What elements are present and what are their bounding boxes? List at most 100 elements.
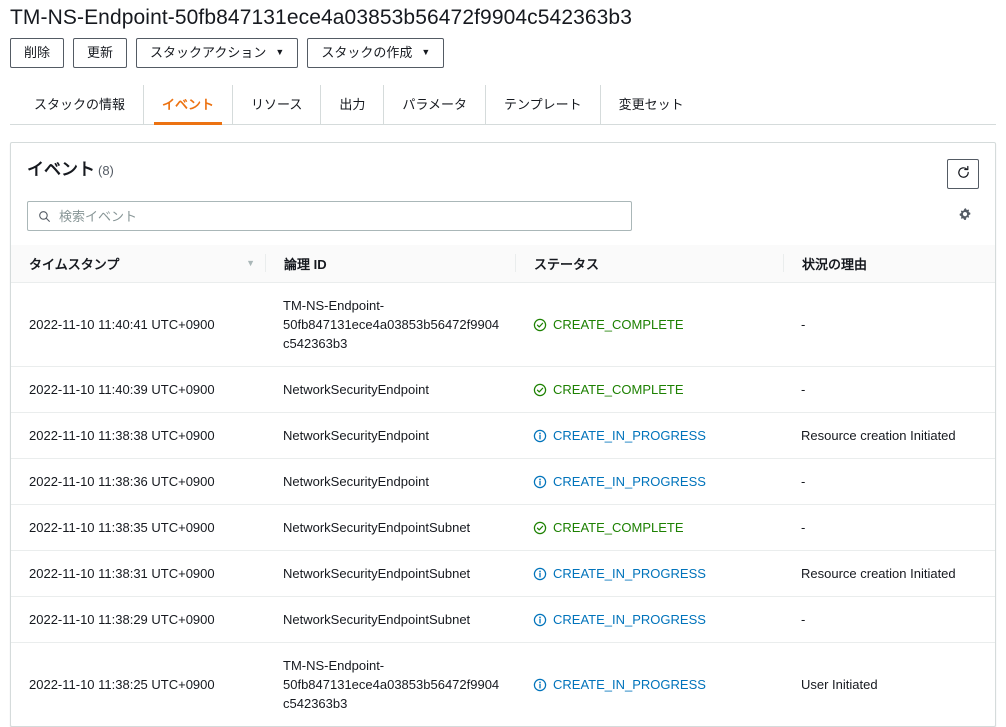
tab-label: イベント [162, 97, 214, 112]
cell-timestamp: 2022-11-10 11:38:38 UTC+0900 [11, 413, 265, 459]
sort-descending-icon[interactable]: ▼ [246, 259, 255, 268]
status-label: CREATE_COMPLETE [553, 315, 684, 334]
status-info-icon [533, 567, 547, 581]
tab-1[interactable]: イベント [143, 85, 232, 124]
cell-status-reason: Resource creation Initiated [783, 413, 995, 459]
cell-timestamp: 2022-11-10 11:38:31 UTC+0900 [11, 551, 265, 597]
table-row[interactable]: 2022-11-10 11:38:36 UTC+0900NetworkSecur… [11, 459, 995, 505]
status-info-icon [533, 613, 547, 627]
status-badge: CREATE_IN_PROGRESS [533, 426, 773, 445]
table-row[interactable]: 2022-11-10 11:38:29 UTC+0900NetworkSecur… [11, 597, 995, 643]
refresh-icon [956, 165, 971, 183]
table-row[interactable]: 2022-11-10 11:38:35 UTC+0900NetworkSecur… [11, 505, 995, 551]
table-header-row: タイムスタンプ ▼ 論理 ID ステータス 状況の理由 [11, 245, 995, 283]
tab-label: リソース [251, 97, 302, 112]
tab-label: テンプレート [504, 97, 582, 112]
delete-stack-label: 削除 [24, 46, 50, 59]
update-stack-button[interactable]: 更新 [73, 38, 127, 68]
tab-5[interactable]: テンプレート [485, 85, 600, 124]
search-icon [38, 210, 51, 223]
status-info-icon [533, 475, 547, 489]
column-header-0[interactable]: タイムスタンプ ▼ [11, 245, 265, 283]
cell-status-reason: - [783, 505, 995, 551]
column-header-inner: 論理 ID [265, 254, 515, 272]
cell-status: CREATE_COMPLETE [515, 505, 783, 551]
cell-status-reason: - [783, 367, 995, 413]
status-label: CREATE_IN_PROGRESS [553, 426, 706, 445]
table-preferences-button[interactable] [955, 205, 975, 228]
column-header-3[interactable]: 状況の理由 [783, 245, 995, 283]
column-header-label: ステータス [534, 254, 599, 273]
tab-label: スタックの情報 [34, 97, 125, 112]
cell-status-reason: - [783, 597, 995, 643]
cell-timestamp: 2022-11-10 11:40:41 UTC+0900 [11, 283, 265, 367]
column-header-label: タイムスタンプ [29, 254, 119, 273]
status-info-icon [533, 429, 547, 443]
chevron-down-icon: ▼ [421, 48, 430, 57]
cell-status-reason: Resource creation Initiated [783, 551, 995, 597]
status-badge: CREATE_IN_PROGRESS [533, 610, 773, 629]
status-label: CREATE_IN_PROGRESS [553, 472, 706, 491]
cell-timestamp: 2022-11-10 11:38:36 UTC+0900 [11, 459, 265, 505]
column-header-label: 論理 ID [284, 254, 327, 273]
cell-timestamp: 2022-11-10 11:38:35 UTC+0900 [11, 505, 265, 551]
cell-status: CREATE_IN_PROGRESS [515, 459, 783, 505]
status-badge: CREATE_IN_PROGRESS [533, 675, 773, 694]
delete-stack-button[interactable]: 削除 [10, 38, 64, 68]
status-success-icon [533, 383, 547, 397]
cell-logical-id: TM-NS-Endpoint-50fb847131ece4a03853b5647… [265, 283, 515, 367]
tab-3[interactable]: 出力 [320, 85, 383, 124]
tab-2[interactable]: リソース [232, 85, 320, 124]
tab-label: 出力 [339, 97, 365, 112]
refresh-button[interactable] [947, 159, 979, 189]
events-table-body: 2022-11-10 11:40:41 UTC+0900TM-NS-Endpoi… [11, 283, 995, 727]
table-row[interactable]: 2022-11-10 11:38:25 UTC+0900TM-NS-Endpoi… [11, 643, 995, 727]
column-header-inner: ステータス [515, 254, 783, 272]
cell-status-reason: User Initiated [783, 643, 995, 727]
tab-6[interactable]: 変更セット [600, 85, 702, 124]
table-row[interactable]: 2022-11-10 11:38:38 UTC+0900NetworkSecur… [11, 413, 995, 459]
column-header-label: 状況の理由 [802, 254, 867, 273]
stack-toolbar: 削除 更新 スタックアクション ▼ スタックの作成 ▼ [10, 33, 996, 68]
gear-icon [957, 207, 973, 226]
status-badge: CREATE_COMPLETE [533, 518, 773, 537]
cell-logical-id: NetworkSecurityEndpointSubnet [265, 597, 515, 643]
column-header-1[interactable]: 論理 ID [265, 245, 515, 283]
stack-detail-tabs: スタックの情報 イベント リソース 出力 パラメータ テンプレート 変更セット [10, 85, 996, 125]
search-input[interactable] [59, 209, 621, 224]
events-card-header: イベント(8) [11, 143, 995, 189]
chevron-down-icon: ▼ [275, 48, 284, 57]
table-row[interactable]: 2022-11-10 11:40:41 UTC+0900TM-NS-Endpoi… [11, 283, 995, 367]
create-stack-button[interactable]: スタックの作成 ▼ [307, 38, 444, 68]
tab-0[interactable]: スタックの情報 [10, 85, 143, 124]
tab-label: 変更セット [619, 97, 684, 112]
status-label: CREATE_IN_PROGRESS [553, 610, 706, 629]
events-card: イベント(8) [10, 142, 996, 727]
events-count: (8) [98, 163, 114, 178]
cell-logical-id: NetworkSecurityEndpoint [265, 367, 515, 413]
events-table-head: タイムスタンプ ▼ 論理 ID ステータス 状況の理由 [11, 245, 995, 283]
cell-status: CREATE_IN_PROGRESS [515, 643, 783, 727]
status-info-icon [533, 678, 547, 692]
search-box[interactable] [27, 201, 632, 231]
status-badge: CREATE_IN_PROGRESS [533, 564, 773, 583]
status-badge: CREATE_COMPLETE [533, 380, 773, 399]
status-label: CREATE_IN_PROGRESS [553, 564, 706, 583]
column-header-inner: タイムスタンプ ▼ [11, 254, 265, 272]
cell-status: CREATE_IN_PROGRESS [515, 597, 783, 643]
tab-4[interactable]: パラメータ [383, 85, 485, 124]
cell-logical-id: NetworkSecurityEndpointSubnet [265, 551, 515, 597]
cell-status: CREATE_IN_PROGRESS [515, 413, 783, 459]
create-stack-label: スタックの作成 [321, 46, 412, 59]
cell-status: CREATE_COMPLETE [515, 367, 783, 413]
stack-actions-button[interactable]: スタックアクション ▼ [136, 38, 298, 68]
cell-status: CREATE_COMPLETE [515, 283, 783, 367]
cell-logical-id: TM-NS-Endpoint-50fb847131ece4a03853b5647… [265, 643, 515, 727]
table-row[interactable]: 2022-11-10 11:38:31 UTC+0900NetworkSecur… [11, 551, 995, 597]
status-badge: CREATE_COMPLETE [533, 315, 773, 334]
column-header-2[interactable]: ステータス [515, 245, 783, 283]
cell-status: CREATE_IN_PROGRESS [515, 551, 783, 597]
events-header-actions [947, 159, 979, 189]
table-row[interactable]: 2022-11-10 11:40:39 UTC+0900NetworkSecur… [11, 367, 995, 413]
cell-logical-id: NetworkSecurityEndpointSubnet [265, 505, 515, 551]
